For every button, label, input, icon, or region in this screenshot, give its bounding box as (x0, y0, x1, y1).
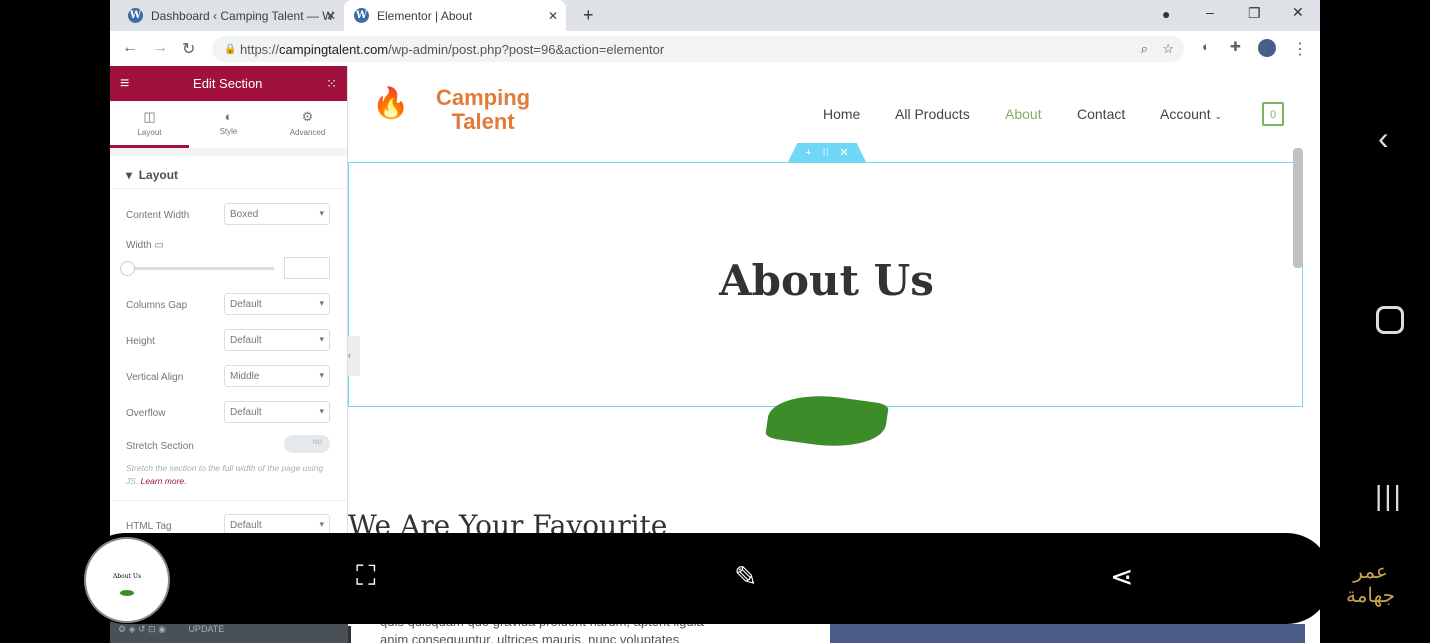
screenshot-thumbnail[interactable]: About Us (84, 537, 170, 623)
close-tab-icon[interactable]: ✕ (326, 9, 336, 23)
bookmark-star-icon[interactable]: ☆ (1162, 41, 1174, 57)
close-window-button[interactable]: ✕ (1292, 4, 1304, 21)
toolbar: ← → ↻ 🔒 https://campingtalent.com/wp-admi… (110, 31, 1320, 66)
zoom-icon[interactable]: ⌕ (1141, 41, 1148, 57)
leaf-image (120, 590, 134, 596)
tab-advanced[interactable]: ⚙ Advanced (268, 101, 347, 148)
blueberries-image (830, 624, 1305, 643)
gear-icon: ⚙ (301, 109, 314, 124)
extension-icon[interactable]: ◐ (1202, 39, 1210, 54)
menu-contact[interactable]: Contact (1077, 106, 1125, 122)
overflow-select[interactable]: Default (224, 401, 330, 423)
vertical-align-select[interactable]: Middle (224, 365, 330, 387)
content-width-label: Content Width (126, 210, 190, 221)
page-heading: About Us (719, 256, 934, 305)
tab-dashboard[interactable]: W Dashboard ‹ Camping Talent — W ✕ (118, 0, 344, 31)
tab-elementor[interactable]: W Elementor | About ✕ (344, 0, 566, 31)
reload-button[interactable]: ↻ (182, 39, 195, 59)
content-width-select[interactable]: Boxed (224, 203, 330, 225)
kebab-menu-icon[interactable]: ⋮ (1292, 39, 1308, 59)
quote-bar (348, 626, 351, 643)
columns-gap-select[interactable]: Default (224, 293, 330, 315)
drag-icon[interactable]: ⁞⁞ (823, 147, 829, 159)
address-bar[interactable]: 🔒 https://campingtalent.com/wp-admin/post… (212, 36, 1184, 62)
wordpress-icon: W (354, 8, 369, 23)
add-icon[interactable]: + (805, 147, 811, 159)
height-label: Height (126, 336, 155, 347)
close-tab-icon[interactable]: ✕ (548, 9, 558, 23)
stretch-toggle[interactable]: NO (284, 435, 330, 453)
collapse-panel-handle[interactable]: ‹ (348, 336, 360, 376)
home-nav-icon[interactable] (1376, 306, 1404, 334)
crop-edit-icon[interactable]: ✎ (734, 560, 757, 593)
columns-icon: ◫ (143, 109, 156, 124)
profile-menu-icon[interactable]: ● (1162, 6, 1170, 22)
learn-more-link[interactable]: Learn more. (141, 476, 187, 486)
body-text: anim consequuntur, ultrices mauris, nunc… (380, 632, 680, 643)
desktop-icon[interactable]: ▭ (154, 240, 163, 251)
back-nav-icon[interactable]: ‹ (1378, 120, 1389, 157)
hamburger-icon[interactable]: ≡ (120, 75, 129, 93)
section-handle[interactable]: + ⁞⁞ ✕ (788, 143, 866, 162)
close-icon[interactable]: ✕ (839, 146, 848, 159)
restore-button[interactable]: ❐ (1248, 5, 1261, 22)
watermark: عمر جهامة (1346, 561, 1396, 607)
width-input[interactable] (284, 257, 330, 279)
scrollbar[interactable] (1293, 148, 1303, 268)
cart-icon[interactable]: 0 (1262, 102, 1284, 126)
tab-style[interactable]: ◐ Style (189, 101, 268, 148)
vertical-align-label: Vertical Align (126, 372, 184, 383)
wordpress-icon: W (128, 8, 143, 23)
grid-icon[interactable]: ⁙ (326, 76, 337, 92)
tab-strip: W Dashboard ‹ Camping Talent — W ✕ W Elemen… (110, 0, 1320, 31)
width-slider[interactable] (126, 267, 274, 270)
chevron-down-icon: ⌄ (1214, 111, 1223, 121)
html-tag-label: HTML Tag (126, 521, 172, 532)
minimize-button[interactable]: – (1206, 4, 1214, 20)
tab-layout[interactable]: ◫ Layout (110, 101, 189, 148)
recents-nav-icon[interactable]: ||| (1375, 480, 1403, 512)
campfire-logo-icon: 🔥 (372, 87, 410, 120)
back-button[interactable]: ← (122, 39, 138, 57)
slider-handle[interactable] (120, 261, 135, 276)
new-tab-button[interactable]: + (583, 5, 594, 26)
columns-gap-label: Columns Gap (126, 300, 188, 311)
site-logo[interactable]: Camping Talent (436, 86, 530, 134)
avatar[interactable] (1258, 39, 1276, 57)
half-circle-icon: ◐ (224, 109, 233, 124)
panel-header: ≡ Edit Section ⁙ (110, 66, 347, 101)
width-label: Width ▭ (126, 240, 164, 251)
forward-button[interactable]: → (152, 39, 168, 57)
overflow-label: Overflow (126, 408, 166, 419)
divider (110, 188, 347, 189)
section-toggle[interactable]: ▾ Layout (126, 168, 178, 182)
screenshot-toolbar (80, 533, 1332, 624)
menu-about[interactable]: About (1005, 106, 1042, 122)
scroll-capture-icon[interactable]: ⛶ (356, 560, 376, 593)
stretch-help: Stretch the section to the full width of… (126, 463, 324, 486)
share-icon[interactable]: ⋖ (1110, 560, 1133, 593)
puzzle-icon[interactable]: ✚ (1230, 39, 1241, 55)
panel-tabs: ◫ Layout ◐ Style ⚙ Advanced (110, 101, 347, 148)
update-button[interactable]: UPDATE (188, 624, 224, 634)
menu-home[interactable]: Home (823, 106, 860, 122)
height-select[interactable]: Default (224, 329, 330, 351)
divider (110, 500, 347, 501)
menu-all-products[interactable]: All Products (895, 106, 970, 122)
lock-icon: 🔒 (224, 43, 237, 55)
menu-account[interactable]: Account ⌄ (1160, 106, 1222, 122)
stretch-label: Stretch Section (126, 441, 194, 452)
